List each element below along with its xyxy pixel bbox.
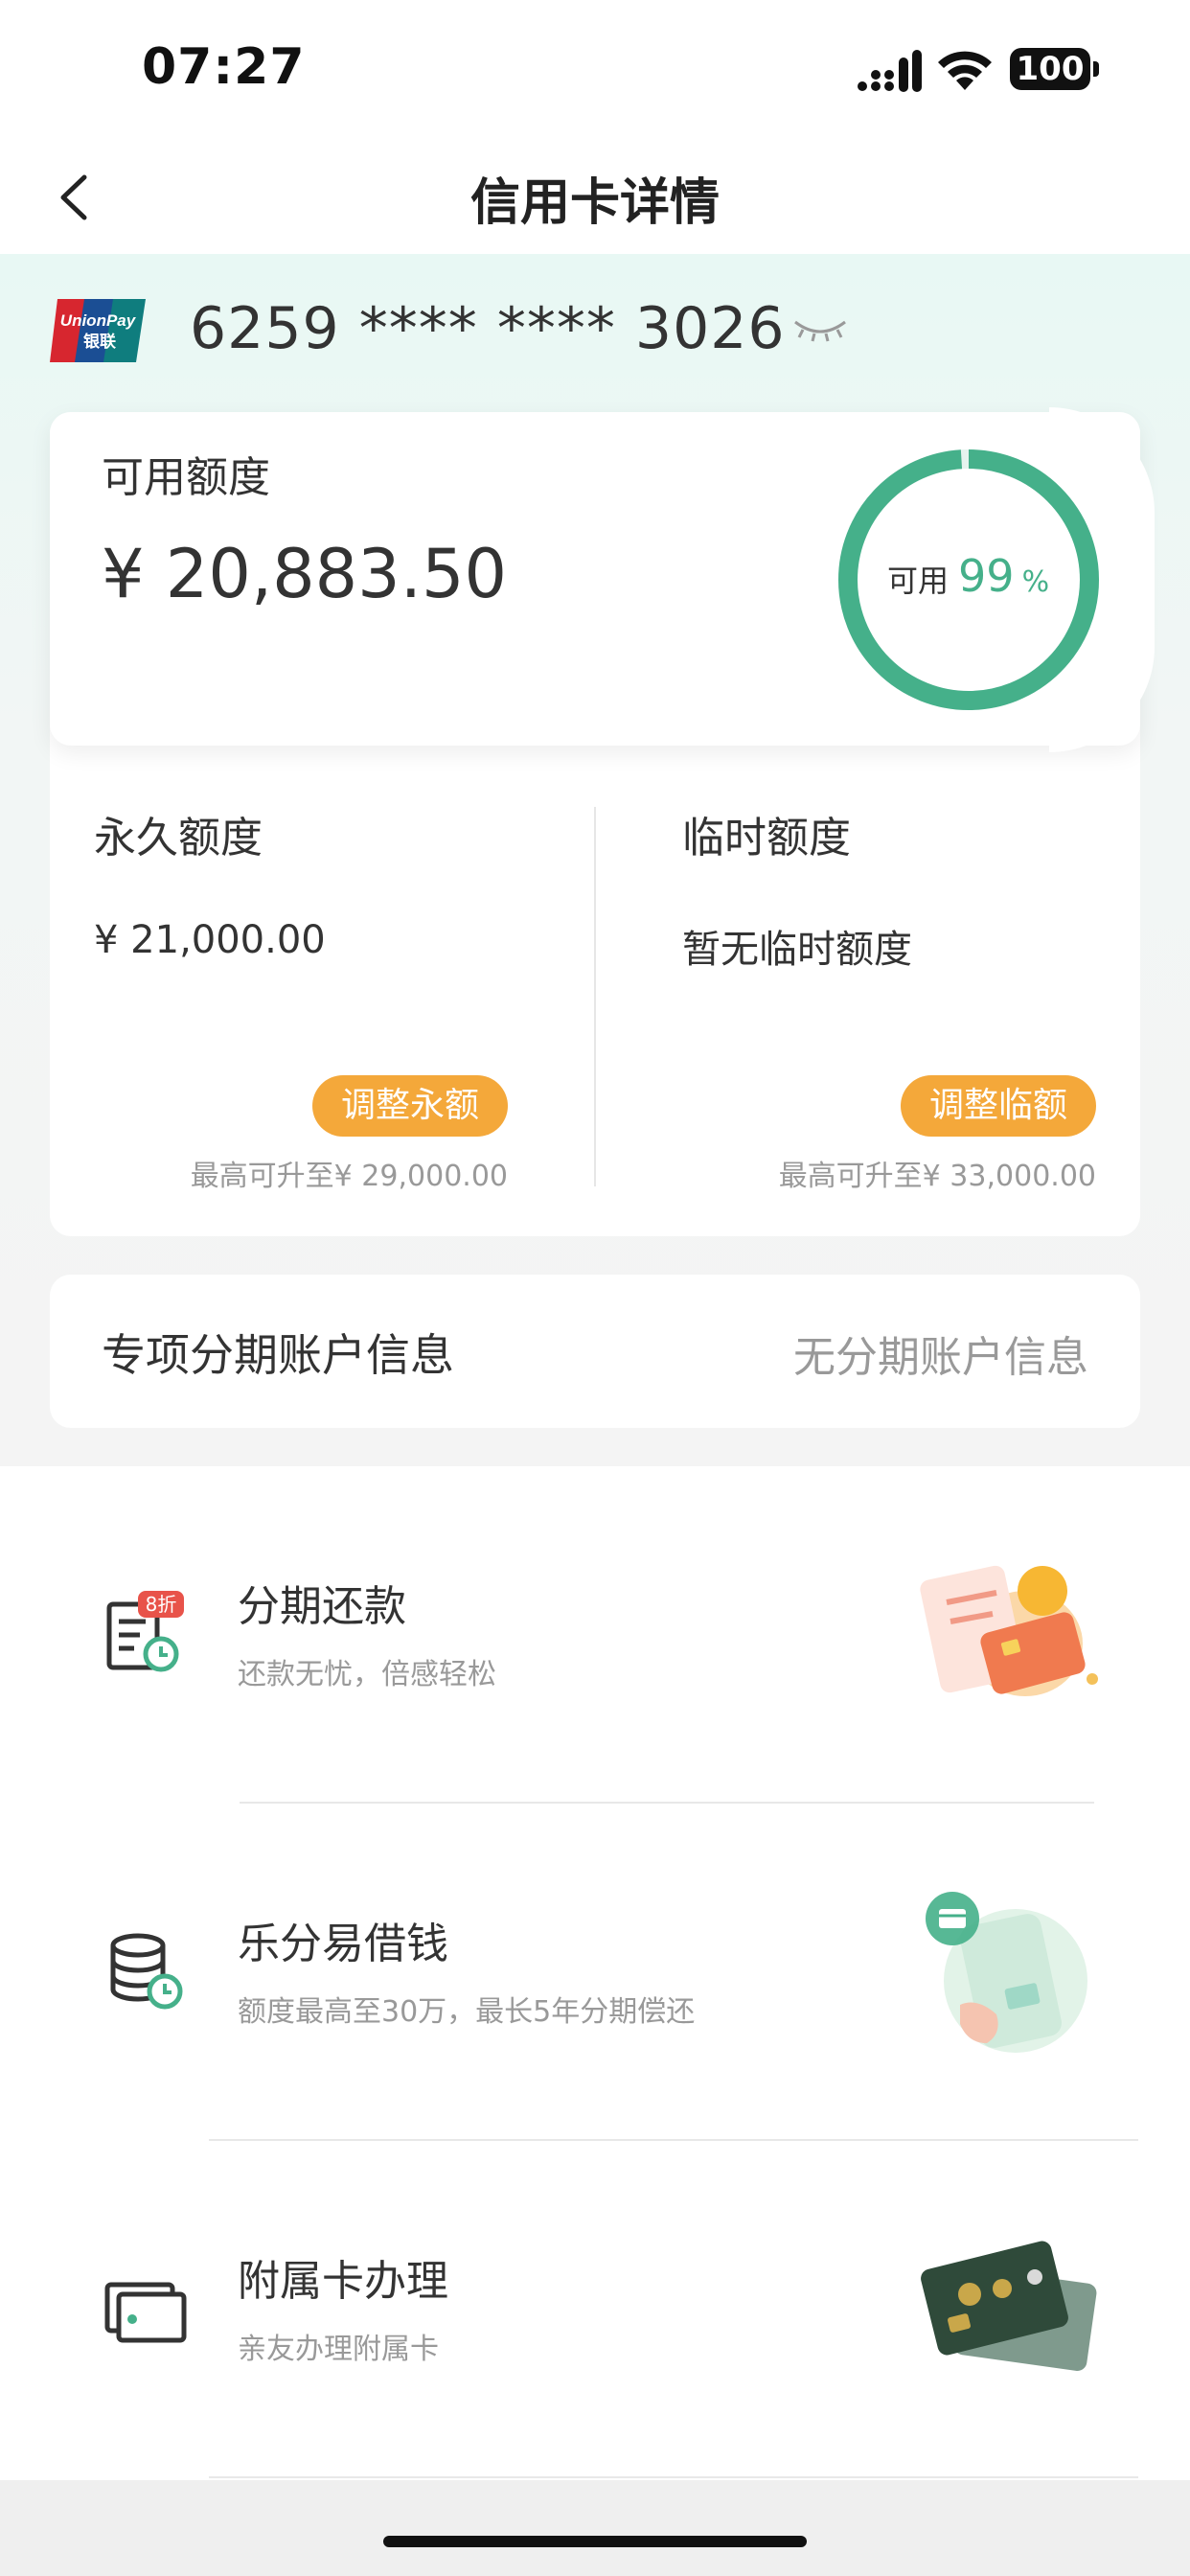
available-amount: ¥ 20,883.50 xyxy=(102,535,508,613)
service-title: 分期还款 xyxy=(238,1582,406,1631)
phone-loan-illustration-icon xyxy=(926,1892,1087,2053)
svg-text:UnionPay: UnionPay xyxy=(60,311,137,330)
temporary-limit-max: 最高可升至¥ 33,000.00 xyxy=(778,1160,1096,1193)
permanent-limit-amount: ¥ 21,000.00 xyxy=(94,918,326,962)
ring-text: 可用 99% xyxy=(887,550,1060,602)
cards-illustration-icon xyxy=(921,2241,1097,2372)
service-title: 乐分易借钱 xyxy=(238,1920,448,1968)
bill-card-illustration-icon xyxy=(920,1565,1098,1696)
installment-account-label: 专项分期账户信息 xyxy=(102,1329,454,1381)
card-number: 6259 **** **** 3026 xyxy=(190,295,786,362)
battery-icon: 100 xyxy=(1010,48,1090,90)
service-item-supplementary-card[interactable]: 附属卡办理 亲友办理附属卡 xyxy=(0,2141,1190,2478)
adjust-temporary-limit-button[interactable]: 调整临额 xyxy=(901,1075,1096,1137)
home-area xyxy=(0,2480,1190,2576)
services-list: 8折 分期还款 还款无忧，倍感轻松 乐分易借钱 额度最高至30万，最长5年分期偿… xyxy=(0,1466,1190,2480)
service-separator xyxy=(209,2476,1138,2478)
battery-tip xyxy=(1093,61,1099,77)
page-title: 信用卡详情 xyxy=(469,174,720,232)
ring-unit: % xyxy=(1021,565,1050,599)
status-bar: 07:27 100 xyxy=(0,0,1190,139)
permanent-limit-max: 最高可升至¥ 29,000.00 xyxy=(190,1160,508,1193)
wifi-icon xyxy=(938,51,992,90)
temporary-limit-amount: 暂无临时额度 xyxy=(682,928,912,972)
nav-bar: 信用卡详情 xyxy=(0,139,1190,254)
service-desc: 亲友办理附属卡 xyxy=(238,2333,439,2366)
service-desc: 额度最高至30万，最长5年分期偿还 xyxy=(238,1995,696,2029)
available-label: 可用额度 xyxy=(102,453,270,502)
installment-account-value: 无分期账户信息 xyxy=(793,1333,1088,1382)
installment-account-row[interactable]: 专项分期账户信息 无分期账户信息 xyxy=(50,1275,1140,1428)
permanent-limit-title: 永久额度 xyxy=(94,814,263,862)
status-time: 07:27 xyxy=(142,38,306,96)
ring-label: 可用 xyxy=(887,563,950,599)
service-item-lefenyi-loan[interactable]: 乐分易借钱 额度最高至30万，最长5年分期偿还 xyxy=(0,1804,1190,2141)
service-desc: 还款无忧，倍感轻松 xyxy=(238,1658,496,1691)
cellular-signal-icon xyxy=(858,50,922,92)
limits-divider xyxy=(594,807,596,1186)
service-item-installment-repayment[interactable]: 8折 分期还款 还款无忧，倍感轻松 xyxy=(0,1466,1190,1804)
installment-repay-icon: 8折 xyxy=(106,1591,184,1672)
ring-value: 99 xyxy=(958,550,1015,602)
loan-coins-icon xyxy=(110,1933,183,2010)
card-header: UnionPay 银联 6259 **** **** 3026 xyxy=(50,288,1142,374)
discount-badge: 8折 xyxy=(146,1593,177,1616)
unionpay-logo-icon: UnionPay 银联 xyxy=(50,299,146,362)
eye-closed-icon[interactable] xyxy=(791,314,849,343)
service-title: 附属卡办理 xyxy=(238,2257,448,2306)
home-indicator[interactable] xyxy=(383,2536,807,2547)
svg-text:银联: 银联 xyxy=(83,332,116,352)
supplementary-card-icon xyxy=(104,2282,187,2343)
adjust-permanent-limit-button[interactable]: 调整永额 xyxy=(312,1075,508,1137)
temporary-limit-title: 临时额度 xyxy=(682,814,851,862)
